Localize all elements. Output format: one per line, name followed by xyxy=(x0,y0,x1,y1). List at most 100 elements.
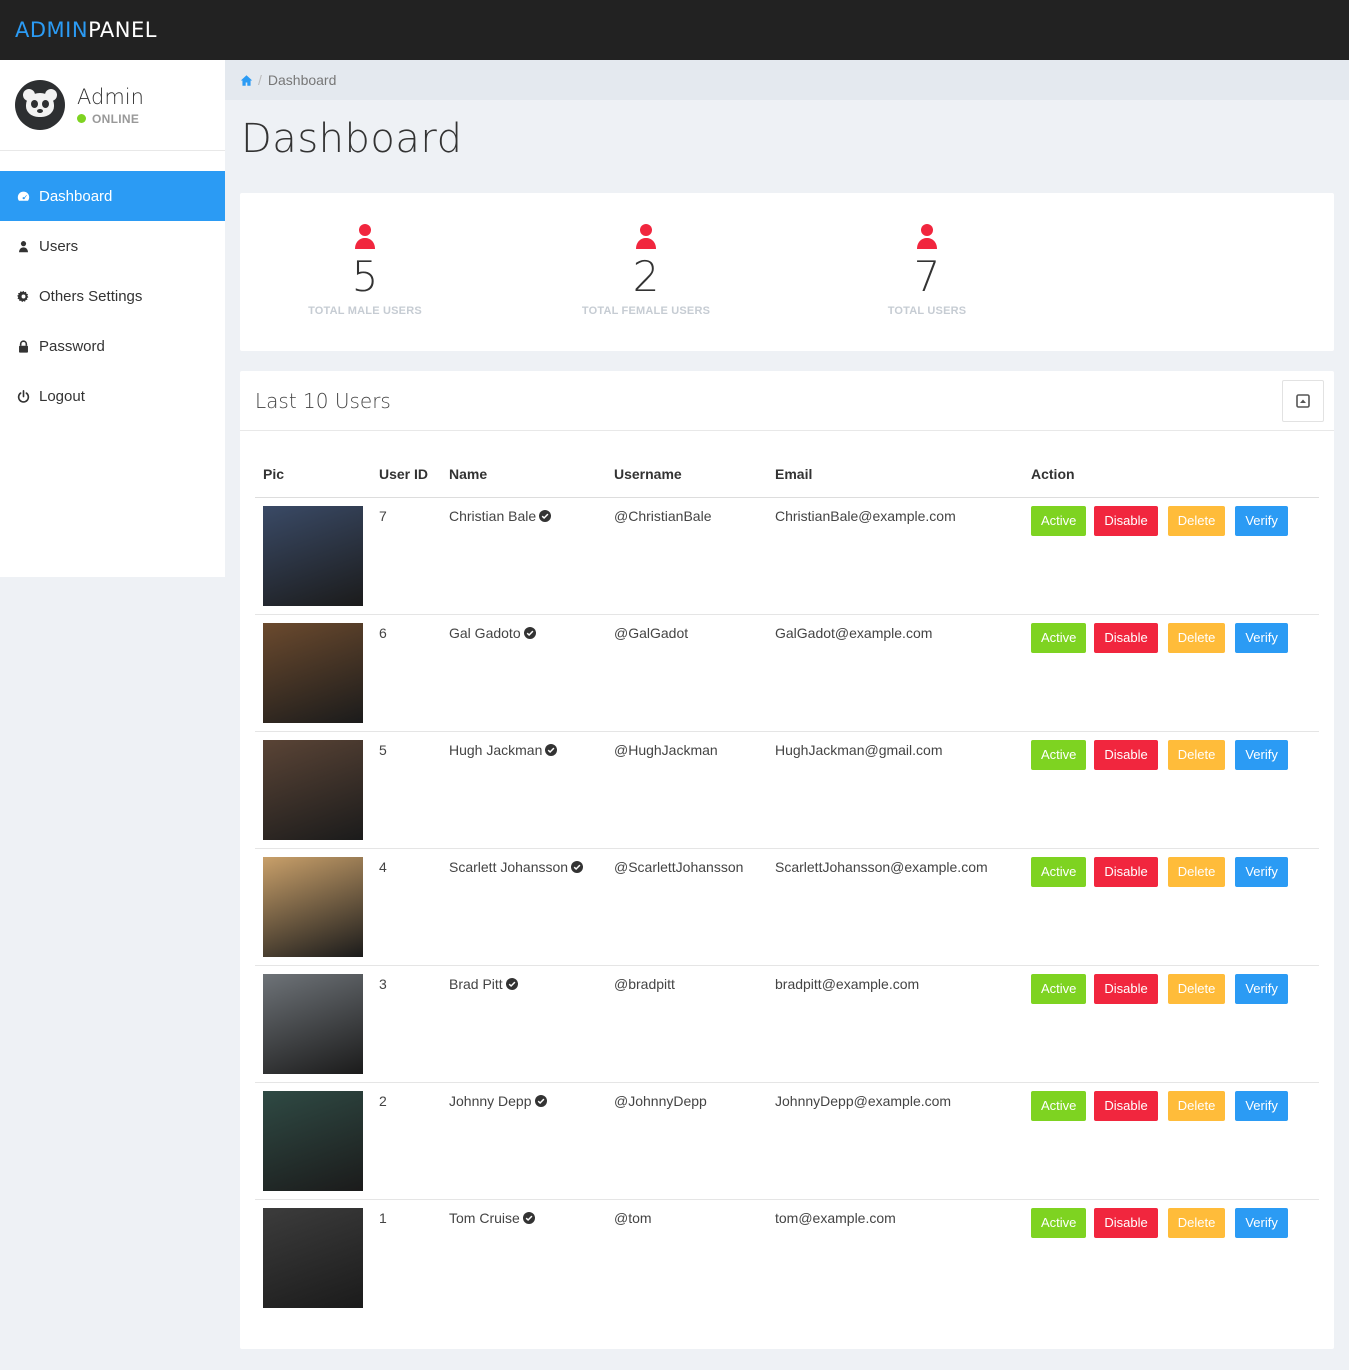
verify-button[interactable]: Verify xyxy=(1235,856,1288,887)
active-button[interactable]: Active xyxy=(1031,505,1087,536)
users-table: Pic User ID Name Username Email Action 7… xyxy=(255,451,1319,1316)
user-info: Admin ONLINE xyxy=(77,85,144,126)
user-name: Tom Cruise xyxy=(449,1209,520,1226)
cell-pic xyxy=(255,614,371,732)
disable-button[interactable]: Disable xyxy=(1094,973,1158,1004)
username: @tom xyxy=(614,1209,652,1226)
table-row: 3 Brad Pitt @bradpitt bradpitt@example.com A… xyxy=(255,965,1319,1083)
cell-name: Hugh Jackman xyxy=(441,731,606,849)
delete-button[interactable]: Delete xyxy=(1167,1090,1226,1121)
cell-name: Christian Bale xyxy=(441,497,606,615)
card-title: Last 10 Users xyxy=(255,388,391,413)
delete-button[interactable]: Delete xyxy=(1167,856,1226,887)
column-header-username: Username xyxy=(606,451,767,498)
cell-user-id: 2 xyxy=(371,1082,441,1200)
delete-button[interactable]: Delete xyxy=(1167,505,1226,536)
sidebar-item-password[interactable]: Password xyxy=(0,321,225,371)
user-icon xyxy=(917,224,937,249)
cell-user-id: 1 xyxy=(371,1199,441,1316)
cell-pic xyxy=(255,1082,371,1200)
cell-actions: Active Disable Delete Verify xyxy=(1023,1082,1319,1200)
verify-button[interactable]: Verify xyxy=(1235,1207,1288,1238)
stat-male-users: 5 TOTAL MALE USERS xyxy=(265,223,465,317)
email: HughJackman@gmail.com xyxy=(775,741,943,758)
user-photo xyxy=(263,505,363,606)
sidebar-item-logout[interactable]: Logout xyxy=(0,371,225,421)
sidebar-item-label: Password xyxy=(39,337,105,355)
active-button[interactable]: Active xyxy=(1031,856,1087,887)
disable-button[interactable]: Disable xyxy=(1094,505,1158,536)
online-dot-icon xyxy=(77,114,86,123)
sidebar-item-others-settings[interactable]: Others Settings xyxy=(0,271,225,321)
cell-user-id: 3 xyxy=(371,965,441,1083)
username: @JohnnyDepp xyxy=(614,1092,707,1109)
user-name: Gal Gadoto xyxy=(449,624,521,641)
user-id: 7 xyxy=(379,507,387,524)
brand-logo[interactable]: ADMINPANEL xyxy=(15,18,157,42)
email: JohnnyDepp@example.com xyxy=(775,1092,952,1109)
username: @ScarlettJohansson xyxy=(614,858,744,875)
cell-user-id: 7 xyxy=(371,497,441,615)
stat-value: 2 xyxy=(632,252,660,301)
dashboard-icon xyxy=(15,188,31,204)
table-row: 1 Tom Cruise @tom tom@example.com Active Disa… xyxy=(255,1199,1319,1316)
stats-card: 5 TOTAL MALE USERS 2 TOTAL FEMALE USERS … xyxy=(240,193,1334,351)
delete-button[interactable]: Delete xyxy=(1167,739,1226,770)
active-button[interactable]: Active xyxy=(1031,739,1087,770)
cell-actions: Active Disable Delete Verify xyxy=(1023,965,1319,1083)
sidebar-item-label: Others Settings xyxy=(39,287,143,305)
verify-button[interactable]: Verify xyxy=(1235,622,1288,653)
active-button[interactable]: Active xyxy=(1031,1090,1087,1121)
cell-actions: Active Disable Delete Verify xyxy=(1023,848,1319,966)
active-button[interactable]: Active xyxy=(1031,973,1087,1004)
disable-button[interactable]: Disable xyxy=(1094,1090,1158,1121)
cell-email: JohnnyDepp@example.com xyxy=(767,1082,1023,1200)
verify-button[interactable]: Verify xyxy=(1235,505,1288,536)
verify-button[interactable]: Verify xyxy=(1235,1090,1288,1121)
cell-name: Gal Gadoto xyxy=(441,614,606,732)
active-button[interactable]: Active xyxy=(1031,622,1087,653)
sidebar-item-users[interactable]: Users xyxy=(0,221,225,271)
stat-label: TOTAL FEMALE USERS xyxy=(581,305,711,317)
user-name: Scarlett Johansson xyxy=(449,858,569,875)
email: GalGadot@example.com xyxy=(775,624,933,641)
cell-username: @GalGadot xyxy=(606,614,767,732)
cell-email: GalGadot@example.com xyxy=(767,614,1023,732)
stat-total-users: 7 TOTAL USERS xyxy=(827,223,1027,317)
cell-actions: Active Disable Delete Verify xyxy=(1023,614,1319,732)
user-photo xyxy=(263,973,363,1074)
disable-button[interactable]: Disable xyxy=(1094,1207,1158,1238)
delete-button[interactable]: Delete xyxy=(1167,622,1226,653)
disable-button[interactable]: Disable xyxy=(1094,856,1158,887)
user-name: Hugh Jackman xyxy=(449,741,543,758)
username: @ChristianBale xyxy=(614,507,712,524)
cell-email: HughJackman@gmail.com xyxy=(767,731,1023,849)
cell-username: @ChristianBale xyxy=(606,497,767,615)
sidebar-item-label: Dashboard xyxy=(39,187,113,205)
verify-button[interactable]: Verify xyxy=(1235,739,1288,770)
delete-button[interactable]: Delete xyxy=(1167,1207,1226,1238)
collapse-button[interactable] xyxy=(1282,379,1324,422)
disable-button[interactable]: Disable xyxy=(1094,739,1158,770)
user-id: 5 xyxy=(379,741,387,758)
verify-button[interactable]: Verify xyxy=(1235,973,1288,1004)
delete-button[interactable]: Delete xyxy=(1167,973,1226,1004)
stat-value: 7 xyxy=(913,252,941,301)
home-icon[interactable] xyxy=(240,74,253,87)
user-name: Johnny Depp xyxy=(449,1092,532,1109)
table-row: 2 Johnny Depp @JohnnyDepp JohnnyDepp@exampl… xyxy=(255,1082,1319,1200)
verified-check-icon xyxy=(545,743,558,756)
table-header-row: Pic User ID Name Username Email Action xyxy=(255,451,1319,498)
column-header-name: Name xyxy=(441,451,606,498)
breadcrumb-current: Dashboard xyxy=(267,72,337,88)
cell-username: @bradpitt xyxy=(606,965,767,1083)
column-header-email: Email xyxy=(767,451,1023,498)
column-header-action: Action xyxy=(1023,451,1319,498)
active-button[interactable]: Active xyxy=(1031,1207,1087,1238)
sidebar-item-dashboard[interactable]: Dashboard xyxy=(0,171,225,221)
avatar xyxy=(15,80,65,130)
power-icon xyxy=(15,388,31,404)
cell-name: Brad Pitt xyxy=(441,965,606,1083)
disable-button[interactable]: Disable xyxy=(1094,622,1158,653)
user-photo xyxy=(263,856,363,957)
